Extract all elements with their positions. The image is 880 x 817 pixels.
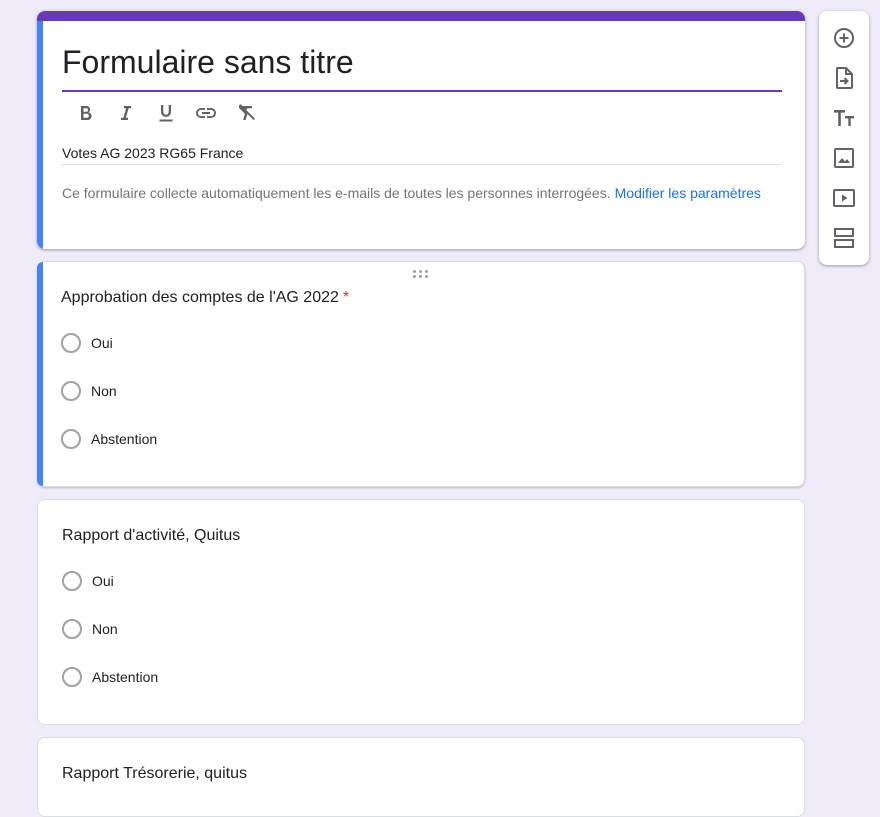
link-icon[interactable] — [190, 99, 222, 127]
radio-button[interactable] — [62, 667, 82, 687]
form-description[interactable]: Votes AG 2023 RG65 France — [62, 143, 243, 163]
question-card[interactable]: Rapport Trésorerie, quitus — [37, 737, 805, 817]
radio-option[interactable]: Oui — [62, 569, 114, 593]
radio-option[interactable]: Abstention — [62, 665, 158, 689]
radio-button[interactable] — [61, 429, 81, 449]
question-title: Rapport d'activité, Quitus — [62, 527, 241, 544]
add-image-icon[interactable] — [832, 146, 856, 170]
option-label: Non — [91, 383, 117, 399]
title-underline — [62, 90, 782, 92]
question-title: Approbation des comptes de l'AG 2022 * — [61, 288, 349, 308]
import-questions-icon[interactable] — [832, 66, 856, 90]
side-toolbar — [819, 11, 869, 265]
radio-option[interactable]: Abstention — [61, 427, 157, 451]
active-card-indicator — [37, 21, 43, 249]
underline-icon[interactable] — [150, 99, 182, 127]
question-title-text: Approbation des comptes de l'AG 2022 — [61, 289, 339, 306]
radio-button[interactable] — [61, 333, 81, 353]
active-card-indicator — [37, 262, 43, 486]
email-collection-notice: Ce formulaire collecte automatiquement l… — [62, 183, 762, 203]
required-marker: * — [342, 289, 350, 306]
option-label: Oui — [92, 573, 114, 589]
form-title-input[interactable]: Formulaire sans titre — [62, 44, 354, 80]
add-question-icon[interactable] — [832, 26, 856, 50]
drag-handle-icon[interactable] — [413, 270, 431, 278]
radio-button[interactable] — [62, 619, 82, 639]
add-section-icon[interactable] — [832, 226, 856, 250]
question-card[interactable]: Approbation des comptes de l'AG 2022 * Ou… — [37, 261, 805, 487]
question-title: Rapport Trésorerie, quitus — [62, 765, 247, 782]
option-label: Abstention — [92, 669, 159, 685]
option-label: Abstention — [91, 431, 158, 447]
bold-icon[interactable] — [70, 99, 102, 127]
option-label: Oui — [91, 335, 113, 351]
add-video-icon[interactable] — [832, 186, 856, 210]
radio-option[interactable]: Non — [61, 379, 117, 403]
radio-button[interactable] — [62, 571, 82, 591]
header-accent-bar — [37, 11, 805, 21]
option-label: Non — [92, 621, 118, 637]
notice-text: Ce formulaire collecte automatiquement l… — [62, 185, 611, 201]
radio-option[interactable]: Oui — [61, 331, 113, 355]
modify-settings-link[interactable]: Modifier les paramètres — [615, 185, 761, 201]
radio-option[interactable]: Non — [62, 617, 118, 641]
form-header-card[interactable]: Formulaire sans titre Votes AG 2023 RG65… — [37, 11, 805, 249]
add-title-icon[interactable] — [832, 106, 856, 130]
radio-button[interactable] — [61, 381, 81, 401]
italic-icon[interactable] — [110, 99, 142, 127]
clear-format-icon[interactable] — [230, 99, 262, 127]
format-toolbar — [70, 99, 262, 127]
question-card[interactable]: Rapport d'activité, Quitus Oui Non Abste… — [37, 499, 805, 725]
description-divider — [62, 164, 782, 165]
